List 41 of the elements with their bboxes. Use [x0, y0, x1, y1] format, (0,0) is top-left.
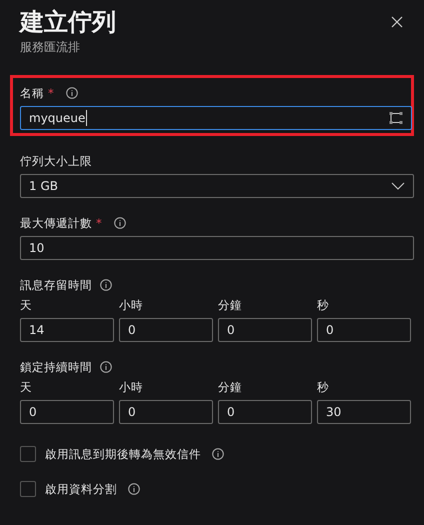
text-field[interactable]: 10 — [20, 236, 414, 260]
number-field[interactable]: 0 — [218, 400, 312, 424]
unit-label: 天 — [20, 380, 33, 394]
number-field[interactable]: 0 — [317, 318, 411, 342]
required-mark: * — [96, 216, 102, 230]
unit-label: 天 — [20, 298, 33, 312]
field-label: 鎖定持續時間 — [20, 360, 92, 374]
chevron-down-icon[interactable] — [391, 182, 405, 190]
number-field[interactable]: 0 — [218, 318, 312, 342]
number-field[interactable]: 14 — [20, 318, 114, 342]
info-icon[interactable] — [100, 279, 112, 291]
info-icon[interactable] — [128, 483, 140, 495]
close-icon[interactable] — [391, 16, 403, 28]
checkbox[interactable] — [20, 481, 36, 497]
info-icon[interactable] — [100, 361, 112, 373]
checkbox-label: 啟用資料分割 — [45, 482, 117, 496]
required-mark: * — [48, 86, 54, 100]
unit-label: 秒 — [317, 380, 330, 394]
text-field[interactable]: myqueue — [20, 106, 412, 130]
unit-label: 小時 — [119, 298, 144, 312]
field-label: 訊息存留時間 — [20, 278, 92, 292]
unit-label: 分鐘 — [218, 380, 243, 394]
field-label: 佇列大小上限 — [20, 154, 92, 168]
info-icon[interactable] — [212, 448, 224, 460]
expand-icon[interactable] — [389, 112, 403, 124]
number-field[interactable]: 0 — [119, 400, 213, 424]
number-field[interactable]: 30 — [317, 400, 411, 424]
panel-subtitle: 服務匯流排 — [20, 39, 81, 56]
panel-title: 建立佇列 — [20, 7, 116, 38]
checkbox-label: 啟用訊息到期後轉為無效信件 — [45, 446, 201, 462]
unit-label: 小時 — [119, 380, 144, 394]
field-label: 名稱 — [20, 86, 44, 100]
checkbox[interactable] — [20, 446, 36, 462]
unit-label: 秒 — [317, 298, 330, 312]
size-dropdown[interactable]: 1 GB — [20, 174, 414, 198]
field-label: 最大傳遞計數 — [20, 216, 92, 230]
number-field[interactable]: 0 — [20, 400, 114, 424]
number-field[interactable]: 0 — [119, 318, 213, 342]
unit-label: 分鐘 — [218, 298, 243, 312]
info-icon[interactable] — [114, 217, 126, 229]
info-icon[interactable] — [66, 87, 78, 99]
